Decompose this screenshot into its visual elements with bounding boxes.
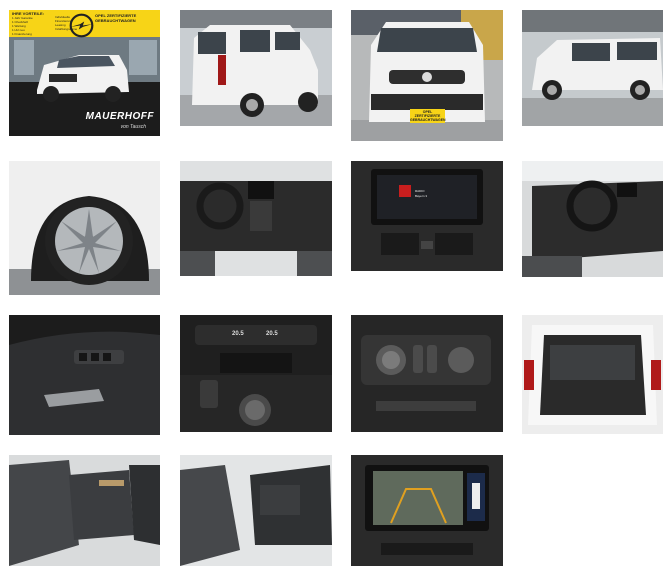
- photo-front-showroom[interactable]: IHRE VORTEILE: 1 Jahr Garantie 1 Checkhe…: [9, 10, 160, 136]
- photo-front[interactable]: OPEL ZERTIFIZIERTE GEBRAUCHTWAGEN: [351, 10, 503, 141]
- photo-rear-seats[interactable]: [9, 455, 160, 566]
- photo-steering-wheel-image: [522, 161, 663, 277]
- photo-dashboard-image: [180, 161, 332, 276]
- infotainment-station: RADIO: [415, 189, 425, 193]
- photo-steering-wheel[interactable]: [522, 161, 663, 277]
- photo-rear-camera-image: [351, 455, 503, 566]
- photo-infotainment-image: [351, 161, 503, 271]
- photo-door-panel[interactable]: [9, 315, 160, 435]
- climate-left-temp: 20.5: [232, 331, 244, 337]
- photo-rear-quarter[interactable]: [180, 10, 332, 126]
- photo-infotainment[interactable]: RADIO Bayern 3: [351, 161, 503, 271]
- infotainment-line: Bayern 3: [415, 194, 428, 198]
- photo-climate-control[interactable]: 20.5 20.5: [180, 315, 332, 432]
- photo-front-seats[interactable]: [180, 455, 332, 566]
- climate-right-temp: 20.5: [266, 331, 278, 337]
- photo-door-panel-image: [9, 315, 160, 435]
- photo-wheel-image: [9, 161, 160, 295]
- dealer-name: MAUERHOFF: [85, 111, 154, 122]
- opel-logo-icon: [69, 13, 94, 38]
- dealer-plate: OPEL ZERTIFIZIERTE GEBRAUCHTWAGEN: [410, 109, 446, 123]
- photo-rear-quarter-image: [180, 10, 332, 126]
- photo-light-switches-image: [351, 315, 503, 432]
- dealer-sub: von Tausch: [120, 124, 146, 130]
- photo-trunk[interactable]: [522, 315, 663, 434]
- photo-rear-seats-image: [9, 455, 160, 566]
- photo-trunk-image: [522, 315, 663, 434]
- dealer-banner: IHRE VORTEILE: 1 Jahr Garantie 1 Checkhe…: [9, 10, 160, 38]
- photo-rear-camera[interactable]: [351, 455, 503, 566]
- photo-dashboard[interactable]: [180, 161, 332, 276]
- photo-front-seats-image: [180, 455, 332, 566]
- photo-side[interactable]: [522, 10, 663, 126]
- photo-light-switches[interactable]: [351, 315, 503, 432]
- photo-side-image: [522, 10, 663, 126]
- photo-climate-control-image: [180, 315, 332, 432]
- photo-wheel[interactable]: [9, 161, 160, 295]
